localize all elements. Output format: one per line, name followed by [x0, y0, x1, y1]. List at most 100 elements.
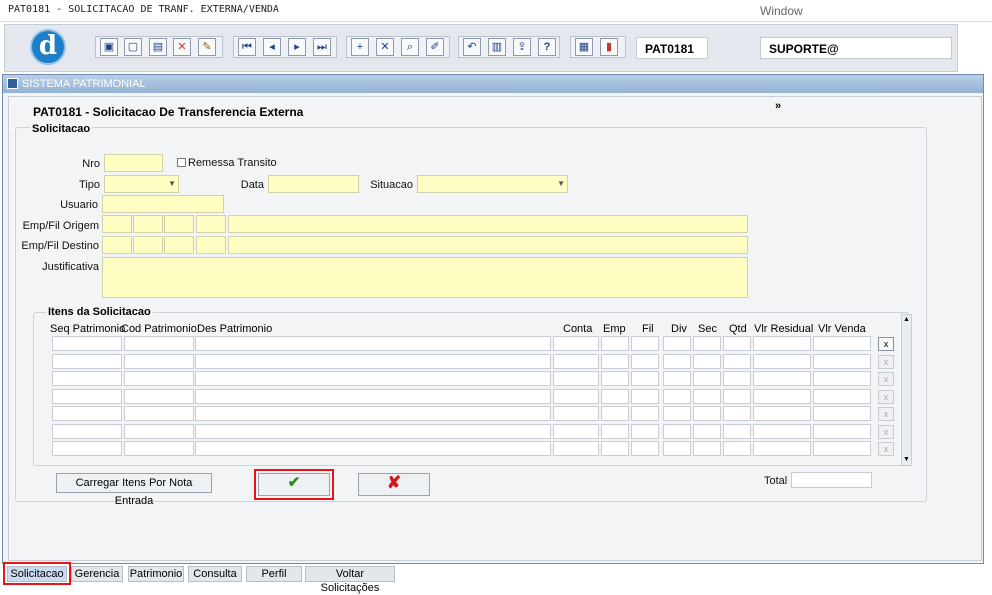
cell-fil[interactable]: [631, 353, 659, 369]
destino-fil-input[interactable]: [133, 236, 163, 254]
cell-conta[interactable]: [553, 371, 599, 386]
row-remove-button[interactable]: x: [878, 424, 894, 439]
cell-des-patrimonio[interactable]: [195, 371, 551, 386]
print-preview-icon[interactable]: ▢: [124, 38, 142, 56]
cell-div[interactable]: [663, 406, 691, 421]
origem-sec-input[interactable]: [196, 215, 226, 233]
cell-seq-patrimonio[interactable]: [52, 336, 122, 351]
cell-vlr-residual[interactable]: [753, 423, 811, 439]
destino-desc-input[interactable]: [228, 236, 748, 254]
cell-fil[interactable]: [631, 441, 659, 456]
more-indicator[interactable]: »: [775, 100, 781, 112]
tab-voltar-solicitacoes[interactable]: Voltar Solicitações: [305, 566, 395, 594]
undo-icon[interactable]: ↶: [463, 38, 481, 56]
row-remove-button[interactable]: x: [878, 389, 894, 404]
cell-vlr-residual[interactable]: [753, 336, 811, 351]
tab-patrimonio[interactable]: Patrimonio: [128, 566, 184, 582]
cell-vlr-venda[interactable]: [813, 423, 871, 439]
cell-sec[interactable]: [693, 441, 721, 456]
last-record-icon[interactable]: ⏭: [313, 38, 331, 56]
cell-conta[interactable]: [553, 353, 599, 369]
next-record-icon[interactable]: ▸: [288, 38, 306, 56]
tab-gerencia[interactable]: Gerencia: [71, 566, 123, 582]
cell-fil[interactable]: [631, 336, 659, 351]
confirm-icon[interactable]: ✔: [258, 473, 330, 496]
cell-qtd[interactable]: [723, 406, 751, 421]
export-icon[interactable]: ⇪: [513, 38, 531, 56]
origem-fil-input[interactable]: [133, 215, 163, 233]
cell-fil[interactable]: [631, 371, 659, 386]
cell-des-patrimonio[interactable]: [195, 423, 551, 439]
cell-seq-patrimonio[interactable]: [52, 441, 122, 456]
cell-cod-patrimonio[interactable]: [124, 441, 194, 456]
cell-qtd[interactable]: [723, 371, 751, 386]
scroll-down-icon[interactable]: ▼: [902, 455, 911, 465]
cell-emp[interactable]: [601, 441, 629, 456]
cell-vlr-residual[interactable]: [753, 371, 811, 386]
copy-icon[interactable]: ▥: [488, 38, 506, 56]
cell-des-patrimonio[interactable]: [195, 406, 551, 421]
cell-des-patrimonio[interactable]: [195, 388, 551, 404]
situacao-select[interactable]: ▼: [417, 175, 568, 193]
load-items-button[interactable]: Carregar Itens Por Nota Entrada: [56, 473, 212, 507]
cell-vlr-venda[interactable]: [813, 336, 871, 351]
items-scrollbar[interactable]: ▲ ▼: [901, 314, 912, 466]
print-icon[interactable]: ▤: [149, 38, 167, 56]
cell-seq-patrimonio[interactable]: [52, 423, 122, 439]
prev-record-icon[interactable]: ◂: [263, 38, 281, 56]
justificativa-textarea[interactable]: [102, 257, 748, 298]
cell-vlr-venda[interactable]: [813, 371, 871, 386]
usuario-input[interactable]: [102, 195, 224, 213]
cell-sec[interactable]: [693, 336, 721, 351]
clear-icon[interactable]: ✐: [426, 38, 444, 56]
first-record-icon[interactable]: ⏮: [238, 38, 256, 56]
row-remove-button[interactable]: x: [878, 442, 894, 456]
cell-sec[interactable]: [693, 423, 721, 439]
tab-perfil[interactable]: Perfil: [246, 566, 302, 582]
row-remove-button[interactable]: x: [878, 372, 894, 386]
cell-seq-patrimonio[interactable]: [52, 406, 122, 421]
remove-icon[interactable]: ✕: [376, 38, 394, 56]
cell-conta[interactable]: [553, 406, 599, 421]
cell-seq-patrimonio[interactable]: [52, 371, 122, 386]
cell-emp[interactable]: [601, 388, 629, 404]
cell-vlr-venda[interactable]: [813, 441, 871, 456]
cell-div[interactable]: [663, 353, 691, 369]
origem-emp-input[interactable]: [102, 215, 132, 233]
destino-sec-input[interactable]: [196, 236, 226, 254]
cell-cod-patrimonio[interactable]: [124, 423, 194, 439]
cell-seq-patrimonio[interactable]: [52, 353, 122, 369]
insert-icon[interactable]: +: [351, 38, 369, 56]
cell-fil[interactable]: [631, 406, 659, 421]
cell-emp[interactable]: [601, 336, 629, 351]
cell-conta[interactable]: [553, 441, 599, 456]
cell-qtd[interactable]: [723, 388, 751, 404]
cell-vlr-residual[interactable]: [753, 388, 811, 404]
exit-icon[interactable]: ▮: [600, 38, 618, 56]
cell-vlr-venda[interactable]: [813, 406, 871, 421]
cell-des-patrimonio[interactable]: [195, 441, 551, 456]
cell-conta[interactable]: [553, 388, 599, 404]
delete-record-icon[interactable]: ✕: [173, 38, 191, 56]
cell-qtd[interactable]: [723, 336, 751, 351]
cell-emp[interactable]: [601, 371, 629, 386]
cell-cod-patrimonio[interactable]: [124, 353, 194, 369]
cell-sec[interactable]: [693, 406, 721, 421]
cell-fil[interactable]: [631, 388, 659, 404]
cell-sec[interactable]: [693, 371, 721, 386]
cell-div[interactable]: [663, 441, 691, 456]
data-input[interactable]: [268, 175, 359, 193]
cell-cod-patrimonio[interactable]: [124, 371, 194, 386]
calculator-icon[interactable]: ▦: [575, 38, 593, 56]
cell-sec[interactable]: [693, 388, 721, 404]
cell-cod-patrimonio[interactable]: [124, 336, 194, 351]
cell-des-patrimonio[interactable]: [195, 353, 551, 369]
origem-desc-input[interactable]: [228, 215, 748, 233]
cell-vlr-residual[interactable]: [753, 406, 811, 421]
cell-qtd[interactable]: [723, 353, 751, 369]
cell-sec[interactable]: [693, 353, 721, 369]
save-icon[interactable]: ▣: [100, 38, 118, 56]
row-remove-button[interactable]: x: [878, 354, 894, 369]
cell-conta[interactable]: [553, 336, 599, 351]
cell-emp[interactable]: [601, 353, 629, 369]
